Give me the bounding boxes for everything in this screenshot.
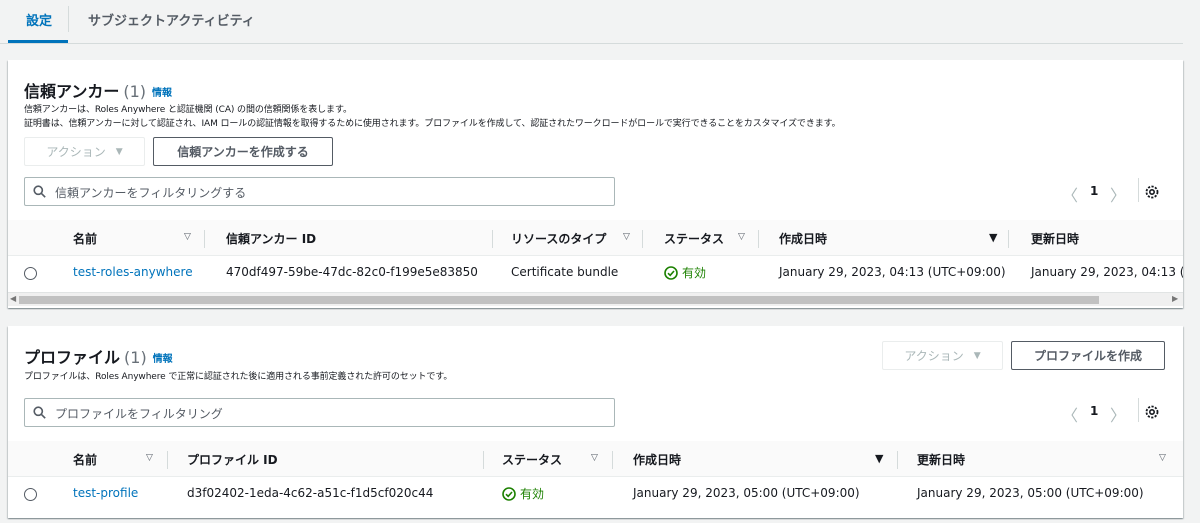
- status-ok-icon: [502, 486, 516, 501]
- trust-anchors-search-field[interactable]: 信頼アンカーをフィルタリングする: [24, 177, 615, 206]
- row-radio-button[interactable]: [24, 267, 37, 280]
- page-number[interactable]: 1: [1090, 404, 1098, 418]
- column-divider[interactable]: [204, 230, 205, 248]
- trust-anchors-description-2: 証明書は、信頼アンカーに対して認証され、IAM ロールの認証情報を取得するために…: [24, 119, 841, 129]
- sort-icon[interactable]: ▽: [184, 232, 191, 242]
- chevron-left-icon[interactable]: 〈: [1062, 402, 1078, 426]
- create-profile-button[interactable]: プロファイルを作成: [1011, 341, 1165, 370]
- chevron-right-icon[interactable]: 〉: [1110, 182, 1126, 206]
- row-radio-button[interactable]: [24, 488, 37, 501]
- sort-icon[interactable]: ▽: [623, 232, 630, 242]
- tab-divider: [68, 6, 69, 32]
- profiles-count: (1): [124, 348, 147, 367]
- column-divider[interactable]: [642, 230, 643, 248]
- status-text: 有効: [520, 487, 545, 501]
- column-name[interactable]: 名前: [73, 230, 97, 247]
- scroll-left-icon[interactable]: ◀: [10, 294, 16, 303]
- table-row[interactable]: test-roles-anywhere 470df497-59be-47dc-8…: [8, 256, 1183, 292]
- status-ok-icon: [664, 265, 678, 280]
- trust-anchors-panel: 信頼アンカー (1) 情報 信頼アンカーは、Roles Anywhere と認証機関…: [8, 60, 1183, 308]
- pager-divider: [1138, 178, 1139, 202]
- chevron-left-icon[interactable]: 〈: [1062, 182, 1078, 206]
- updated-date: January 29, 2023, 05:00 (UTC+09:00): [917, 486, 1144, 500]
- trust-anchors-info-link[interactable]: 情報: [152, 88, 172, 99]
- column-divider[interactable]: [167, 451, 168, 469]
- profiles-panel: プロファイル (1) 情報 プロファイルは、Roles Anywhere で正常に認…: [8, 326, 1183, 518]
- sort-desc-icon[interactable]: ▼: [989, 231, 997, 244]
- actions-label: アクション: [904, 349, 964, 363]
- column-status[interactable]: ステータス: [664, 230, 724, 247]
- horizontal-scrollbar[interactable]: ◀ ▶: [8, 292, 1183, 306]
- status-badge: 有効: [502, 485, 544, 502]
- sort-icon[interactable]: ▽: [591, 453, 598, 463]
- search-icon: [33, 406, 46, 419]
- trust-anchor-name-link[interactable]: test-roles-anywhere: [73, 265, 193, 279]
- trust-anchor-id: 470df497-59be-47dc-82c0-f199e5e83850: [226, 265, 478, 279]
- column-profile-id[interactable]: プロファイル ID: [187, 451, 278, 468]
- profiles-info-link[interactable]: 情報: [153, 354, 173, 365]
- page-number[interactable]: 1: [1090, 184, 1098, 198]
- chevron-right-icon[interactable]: 〉: [1110, 402, 1126, 426]
- created-date: January 29, 2023, 05:00 (UTC+09:00): [633, 486, 860, 500]
- column-name[interactable]: 名前: [73, 451, 97, 468]
- profiles-title: プロファイル: [24, 348, 121, 367]
- column-divider[interactable]: [483, 451, 484, 469]
- column-updated[interactable]: 更新日時: [1031, 230, 1079, 247]
- created-date: January 29, 2023, 04:13 (UTC+09:00): [779, 265, 1006, 279]
- pager-divider: [1138, 398, 1139, 422]
- tab-bar: 設定 サブジェクトアクティビティ: [0, 0, 1183, 44]
- sort-icon[interactable]: ▽: [1159, 453, 1166, 463]
- trust-anchors-count: (1): [123, 82, 147, 101]
- caret-down-icon: ▼: [973, 350, 981, 361]
- column-divider[interactable]: [492, 230, 493, 248]
- actions-label: アクション: [46, 145, 106, 159]
- trust-anchors-actions-button[interactable]: アクション ▼: [24, 137, 145, 166]
- updated-date: January 29, 2023, 04:13 (U: [1031, 265, 1183, 279]
- profiles-table-header: 名前 ▽ プロファイル ID ステータス ▽ 作成日時 ▼ 更新日時 ▽: [8, 441, 1183, 477]
- trust-anchors-title: 信頼アンカー: [24, 82, 120, 101]
- profile-id: d3f02402-1eda-4c62-a51c-f1d5cf020c44: [187, 486, 434, 500]
- column-updated[interactable]: 更新日時: [917, 451, 965, 468]
- table-row[interactable]: test-profile d3f02402-1eda-4c62-a51c-f1d…: [8, 477, 1183, 513]
- column-created[interactable]: 作成日時: [779, 230, 827, 247]
- column-status[interactable]: ステータス: [502, 451, 562, 468]
- profiles-description: プロファイルは、Roles Anywhere で正常に認証された後に適用される事…: [24, 372, 453, 382]
- sort-desc-icon[interactable]: ▼: [875, 452, 883, 465]
- status-badge: 有効: [664, 264, 706, 281]
- gear-icon[interactable]: [1144, 404, 1160, 420]
- search-placeholder: 信頼アンカーをフィルタリングする: [55, 186, 247, 200]
- profile-name-link[interactable]: test-profile: [73, 486, 138, 500]
- search-icon: [33, 185, 46, 198]
- trust-anchors-description-1: 信頼アンカーは、Roles Anywhere と認証機関 (CA) の間の信頼関…: [24, 105, 352, 115]
- profiles-search-field[interactable]: プロファイルをフィルタリング: [24, 398, 615, 427]
- scroll-right-icon[interactable]: ▶: [1172, 294, 1178, 303]
- column-created[interactable]: 作成日時: [633, 451, 681, 468]
- profiles-heading: プロファイル (1) 情報: [24, 344, 173, 368]
- gear-icon[interactable]: [1144, 184, 1160, 200]
- column-divider[interactable]: [897, 451, 898, 469]
- search-placeholder: プロファイルをフィルタリング: [55, 407, 223, 421]
- resource-type: Certificate bundle: [511, 265, 619, 279]
- profiles-pagination: 〈 1 〉: [1062, 398, 1152, 425]
- tab-subject-activity[interactable]: サブジェクトアクティビティ: [88, 10, 255, 29]
- trust-anchors-heading: 信頼アンカー (1) 情報: [24, 78, 172, 102]
- create-trust-anchor-button[interactable]: 信頼アンカーを作成する: [153, 137, 333, 166]
- active-tab-indicator: [8, 40, 68, 43]
- column-divider[interactable]: [758, 230, 759, 248]
- trust-anchors-table-header: 名前 ▽ 信頼アンカー ID リソースのタイプ ▽ ステータス ▽ 作成日時 ▼…: [8, 220, 1183, 256]
- trust-anchors-pagination: 〈 1 〉: [1062, 178, 1152, 205]
- status-text: 有効: [682, 266, 707, 280]
- scrollbar-thumb[interactable]: [19, 296, 1099, 304]
- sort-icon[interactable]: ▽: [738, 232, 745, 242]
- column-trust-anchor-id[interactable]: 信頼アンカー ID: [226, 230, 316, 247]
- sort-icon[interactable]: ▽: [146, 453, 153, 463]
- column-divider[interactable]: [1008, 230, 1009, 248]
- column-divider[interactable]: [612, 451, 613, 469]
- profiles-actions-button[interactable]: アクション ▼: [882, 341, 1003, 370]
- column-resource-type[interactable]: リソースのタイプ: [511, 230, 606, 247]
- tab-settings[interactable]: 設定: [26, 10, 52, 29]
- caret-down-icon: ▼: [115, 146, 123, 157]
